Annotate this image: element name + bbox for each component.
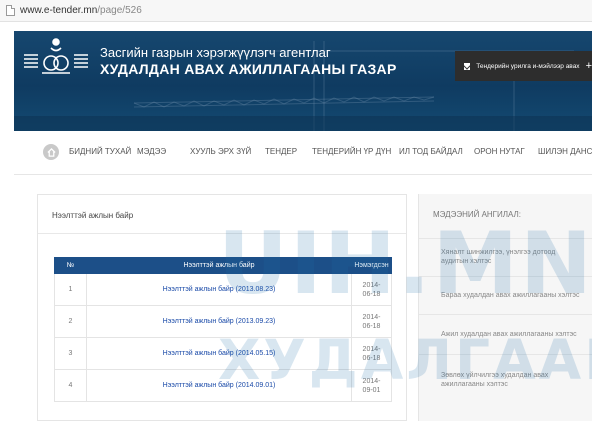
agency-name: ХУДАЛДАН АВАХ АЖИЛЛАГААНЫ ГАЗАР bbox=[100, 61, 397, 77]
home-icon bbox=[46, 147, 56, 157]
nav-item-glass-account[interactable]: ШИЛЭН ДАНС bbox=[538, 147, 592, 156]
agency-logo-icon bbox=[24, 38, 88, 74]
nav-item-law[interactable]: ХУУЛЬ ЭРХ ЗҮЙ bbox=[190, 147, 251, 156]
plus-icon: + bbox=[585, 60, 592, 72]
agency-subtitle: Засгийн газрын хэрэгжүүлэгч агентлаг bbox=[100, 45, 331, 60]
envelope-icon bbox=[464, 62, 471, 70]
nav-item-transparency[interactable]: ИЛ ТОД БАЙДАЛ bbox=[399, 147, 463, 156]
nav-item-tender-results[interactable]: ТЕНДЕРИЙН ҮР ДҮН bbox=[312, 147, 391, 156]
subscribe-label: Тендерийн урилга и-мэйлээр авах bbox=[476, 62, 580, 70]
main-navigation: БИДНИЙ ТУХАЙ МЭДЭЭ ХУУЛЬ ЭРХ ЗҮЙ ТЕНДЕР … bbox=[14, 131, 592, 175]
url-text[interactable]: www.e-tender.mn/page/526 bbox=[20, 5, 142, 16]
row-number: 3 bbox=[54, 337, 87, 370]
header-banner: Засгийн газрын хэрэгжүүлэгч агентлаг ХУД… bbox=[14, 31, 592, 131]
row-number: 1 bbox=[54, 273, 87, 306]
page-title: Нээлттэй ажлын байр bbox=[52, 211, 134, 220]
url-domain: www.e-tender.mn bbox=[20, 5, 98, 16]
nav-item-local[interactable]: ОРОН НУТАГ bbox=[474, 147, 525, 156]
url-path: /page/526 bbox=[97, 5, 142, 16]
email-subscribe-button[interactable]: Тендерийн урилга и-мэйлээр авах + bbox=[455, 51, 592, 81]
row-number: 4 bbox=[54, 369, 87, 402]
nav-item-news[interactable]: МЭДЭЭ bbox=[137, 147, 166, 156]
browser-address-bar[interactable]: www.e-tender.mn/page/526 bbox=[0, 0, 592, 22]
nav-item-about[interactable]: БИДНИЙ ТУХАЙ bbox=[69, 147, 131, 156]
vacancy-link[interactable]: Нээлттэй ажлын байр (2013.09.23) bbox=[163, 318, 276, 325]
home-button[interactable] bbox=[43, 144, 59, 160]
row-number: 2 bbox=[54, 305, 87, 338]
watermark-text: UIH.MN bbox=[218, 214, 592, 314]
watermark-text-secondary: ХУДАЛГААНЫ С bbox=[218, 328, 592, 392]
nav-item-tender[interactable]: ТЕНДЕР bbox=[265, 147, 297, 156]
column-header-number: № bbox=[54, 257, 87, 274]
page-icon bbox=[6, 5, 15, 16]
